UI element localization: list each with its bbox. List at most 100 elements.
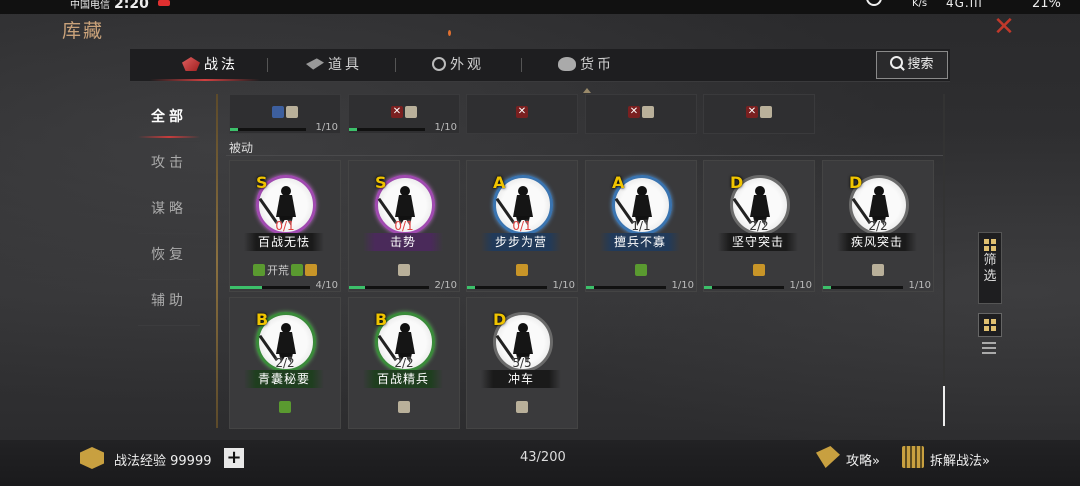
progress-bar <box>467 286 547 289</box>
owned-count: 0/1 <box>275 219 295 233</box>
tactic-card-partial[interactable]: 1/10 <box>229 94 341 134</box>
tactic-card-partial[interactable]: ✕ <box>585 94 697 134</box>
nav-item-strategy[interactable]: 谋略 <box>138 188 200 234</box>
filter-icon <box>984 239 996 251</box>
card-tags <box>230 396 340 413</box>
search-label: 搜索 <box>907 57 934 72</box>
nav-item-attack[interactable]: 攻击 <box>138 142 200 188</box>
card-tags <box>586 259 696 276</box>
card-tags: ✕ <box>349 101 459 120</box>
scroll-up-indicator <box>583 88 591 93</box>
add-exp-button[interactable]: + <box>224 448 244 468</box>
tab-divider <box>521 58 522 72</box>
bag-icon <box>405 105 417 118</box>
guide-button[interactable]: 攻略» <box>846 450 880 469</box>
nav-item-recovery[interactable]: 恢复 <box>138 234 200 280</box>
battery-level: 21% <box>1032 0 1061 11</box>
bag-icon <box>760 105 772 118</box>
ember-decoration <box>448 30 451 36</box>
tactic-name: 步步为营 <box>481 233 561 251</box>
grade-badge: D <box>730 173 744 192</box>
tab-label: 道具 <box>328 57 362 73</box>
heal-icon <box>279 400 291 413</box>
progress-fill <box>704 286 712 289</box>
card-tags <box>467 396 577 413</box>
tactic-card[interactable]: S 0/1 击势 2/10 <box>348 160 460 292</box>
restricted-icon: ✕ <box>391 105 403 118</box>
tab-label: 外观 <box>450 57 484 73</box>
filter-button[interactable]: 筛选 <box>978 232 1002 304</box>
shield-icon <box>753 263 765 276</box>
tactic-card-partial[interactable]: ✕ <box>466 94 578 134</box>
tactic-card[interactable]: D 2/2 坚守突击 1/10 <box>703 160 815 292</box>
progress-bar <box>349 286 429 289</box>
alarm-icon <box>866 0 882 6</box>
tab-appearance[interactable]: 外观 <box>432 49 484 81</box>
close-button[interactable]: ✕ <box>990 14 1018 40</box>
tactic-name: 击势 <box>363 233 443 251</box>
category-nav: 全部 攻击 谋略 恢复 辅助 <box>138 96 200 326</box>
tactic-name: 擅兵不寡 <box>600 233 680 251</box>
nav-divider <box>216 94 218 428</box>
bag-icon <box>642 105 654 118</box>
scrollbar-thumb[interactable] <box>943 386 945 426</box>
grade-badge: B <box>375 310 388 329</box>
tab-bar: 战法 道具 外观 货币 <box>130 49 950 82</box>
tactic-exp-label: 战法经验 99999 <box>114 454 212 469</box>
search-button[interactable]: 搜索 <box>876 51 948 79</box>
clock: 2:20 <box>114 0 149 12</box>
bag-icon <box>398 400 410 413</box>
section-label-passive: 被动 <box>229 141 254 155</box>
tab-tactics[interactable]: 战法 <box>182 49 238 81</box>
grid-view-button[interactable] <box>978 313 1002 337</box>
tab-currency[interactable]: 货币 <box>558 49 614 81</box>
progress-bar <box>230 128 306 131</box>
net-speed: K/s <box>912 0 928 9</box>
owned-count: 0/1 <box>394 219 414 233</box>
section-divider <box>226 155 944 156</box>
tab-items[interactable]: 道具 <box>306 49 362 81</box>
notification-badge <box>158 0 170 6</box>
heal-icon <box>635 263 647 276</box>
tactic-name: 疾风突击 <box>837 233 917 251</box>
progress-bar <box>230 286 310 289</box>
grid-view-icon <box>984 319 996 331</box>
owned-count: 2/2 <box>749 219 769 233</box>
list-view-button[interactable] <box>982 341 996 355</box>
owned-count: 2/2 <box>868 219 888 233</box>
tactic-card[interactable]: D 5/5 冲车 <box>466 297 578 429</box>
card-tags <box>823 259 933 276</box>
card-tags: ✕ <box>704 101 814 120</box>
tactic-card[interactable]: S 0/1 百战无怯 开荒 4/10 <box>229 160 341 292</box>
troop-icon <box>272 105 284 118</box>
scrollbar-track[interactable] <box>943 94 945 428</box>
tactic-name: 百战精兵 <box>363 370 443 388</box>
bag-icon <box>286 105 298 118</box>
owned-count: 0/1 <box>512 219 532 233</box>
card-tags: 开荒 <box>230 259 340 277</box>
progress-fill <box>349 128 357 131</box>
dismantle-tactics-button[interactable]: 拆解战法» <box>930 450 990 469</box>
restricted-icon: ✕ <box>746 105 758 118</box>
tactic-card[interactable]: D 2/2 疾风突击 1/10 <box>822 160 934 292</box>
page-title: 库藏 <box>62 20 105 42</box>
tactic-card-partial[interactable]: ✕ <box>703 94 815 134</box>
coin-bag-icon <box>558 57 576 71</box>
progress-fill <box>467 286 475 289</box>
tactic-card[interactable]: A 1/1 擅兵不寡 1/10 <box>585 160 697 292</box>
tactic-card[interactable]: B 2/2 青囊秘要 <box>229 297 341 429</box>
nav-item-support[interactable]: 辅助 <box>138 280 200 326</box>
bag-icon <box>398 263 410 276</box>
tactic-card[interactable]: A 0/1 步步为营 1/10 <box>466 160 578 292</box>
restricted-icon: ✕ <box>516 105 528 118</box>
tactic-card-partial[interactable]: ✕ 1/10 <box>348 94 460 134</box>
tab-divider <box>395 58 396 72</box>
item-icon <box>306 58 324 70</box>
signal-icon: 4G.ıll <box>946 0 983 10</box>
tactic-card[interactable]: B 2/2 百战精兵 <box>348 297 460 429</box>
grade-badge: B <box>256 310 269 329</box>
tactic-name: 百战无怯 <box>244 233 324 251</box>
grade-badge: S <box>375 173 387 192</box>
progress-bar <box>704 286 784 289</box>
progress-count: 4/10 <box>315 280 338 291</box>
